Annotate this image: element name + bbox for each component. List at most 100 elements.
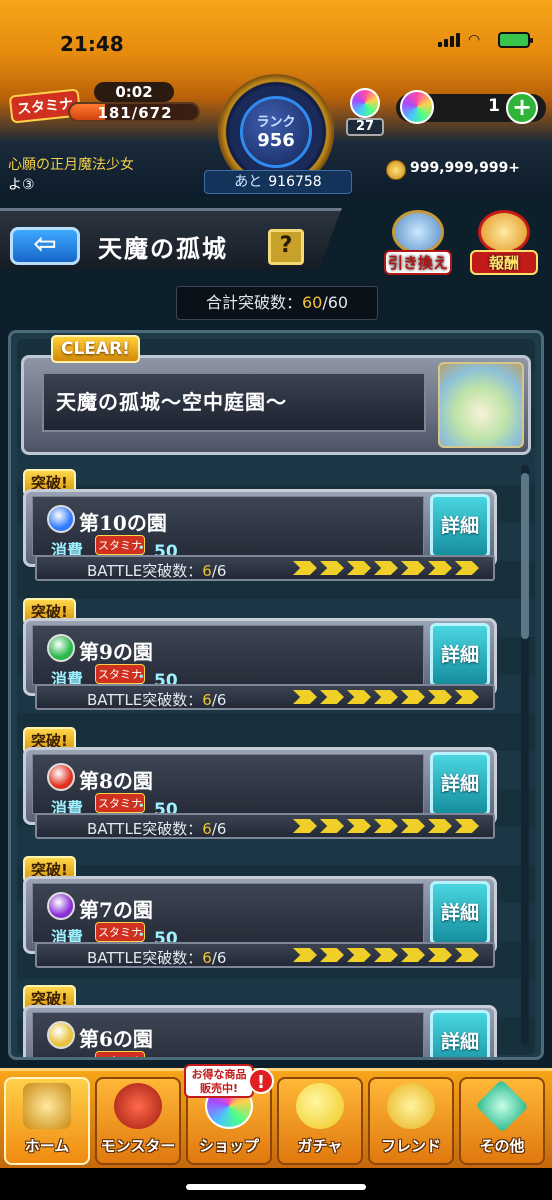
stage-plate: 第8の園 消費 スタミナ ：50 [32,754,424,820]
castle-icon [392,210,444,254]
battle-progress-text: BATTLE突破数：6/6 [87,560,226,581]
battle-progress: BATTLE突破数：6/6 [35,813,495,839]
orb-icon [400,90,434,124]
rank-next-exp: あと 916758 [204,170,352,194]
battle-total: /6 [211,562,227,580]
battle-progress: BATTLE突破数：6/6 [35,942,495,968]
stage-name: 第6の園 [79,1027,153,1051]
progress-chevron-icon [293,561,317,575]
detail-button[interactable]: 詳細 [430,752,490,816]
shop-alert-icon: ! [248,1068,274,1094]
stage-item[interactable]: 突破! 第7の園 消費 スタミナ ：50 詳細 BATTLE突破数：6/6 [23,856,497,974]
orb-count: 1 [488,96,500,116]
stage-plate: 第10の園 消費 スタミナ ：50 [32,496,424,562]
stage-item[interactable]: 突破! 第9の園 消費 スタミナ ：50 詳細 BATTLE突破数：6/6 [23,598,497,716]
detail-button[interactable]: 詳細 [430,881,490,945]
progress-chevron-icon [347,561,371,575]
scrollbar[interactable] [521,465,529,1045]
total-break-current: 60 [301,293,323,312]
progress-chevron-icon [374,690,398,704]
rank-label: ランク [256,115,296,130]
status-icons: ◠ [438,32,533,48]
home-icon [23,1083,71,1129]
nav-home[interactable]: ホーム [4,1077,90,1165]
back-arrow-icon: ⇦ [33,227,57,260]
exchange-button[interactable]: 引き換え [384,210,452,276]
quest-panel: 天魔の孤城～空中庭園～ CLEAR! 突破! 第10の園 消費 スタミナ ：50 詳細 BA… [8,330,544,1060]
battle-chevrons [293,690,479,704]
coin-value: 999,999,999+ [410,160,521,176]
progress-chevron-icon [428,690,452,704]
battle-progress: BATTLE突破数：6/6 [35,684,495,710]
gacha-egg-icon [296,1083,344,1129]
stage-plate: 第7の園 消費 スタミナ ：50 [32,883,424,949]
help-button[interactable]: ? [268,229,304,265]
stage-item[interactable]: 突破! 第8の園 消費 スタミナ ：50 詳細 BATTLE突破数：6/6 [23,727,497,845]
progress-chevron-icon [320,948,344,962]
scroll-thumb[interactable] [521,473,529,639]
battle-current: 6 [202,691,212,709]
quest-list[interactable]: 天魔の孤城～空中庭園～ CLEAR! 突破! 第10の園 消費 スタミナ ：50 詳細 BA… [17,335,535,1057]
back-button[interactable]: ⇦ [10,227,80,265]
stamina-gauge[interactable]: スタミナ 0:02 181/672 [8,82,200,124]
detail-button[interactable]: 詳細 [430,494,490,558]
progress-chevron-icon [401,819,425,833]
progress-chevron-icon [347,948,371,962]
stage-name: 第7の園 [79,898,153,922]
nav-monster[interactable]: モンスター [95,1077,181,1165]
progress-chevron-icon [401,690,425,704]
battle-chevrons [293,561,479,575]
battle-label: BATTLE突破数： [87,949,203,967]
orb-stack-count: 27 [346,118,384,136]
nav-monster-label: モンスター [100,1137,176,1155]
nav-friend-label: フレンド [380,1137,441,1155]
battery-icon [498,32,533,48]
battle-chevrons [293,948,479,962]
other-icon [475,1079,529,1133]
bottom-nav: ホーム モンスター ショップ ガチャ フレンド その他 [0,1068,552,1168]
nav-other-label: その他 [479,1137,525,1155]
rank-next-label: あと [234,174,263,190]
stage-item[interactable]: 突破!第6の園消費スタミナ：50詳細 [23,985,497,1057]
rank-value: 956 [257,130,295,151]
main-quest-card[interactable]: 天魔の孤城～空中庭園～ [21,355,531,455]
progress-chevron-icon [293,948,317,962]
event-title[interactable]: 心願の正月魔法少女 [8,154,134,174]
add-orb-button[interactable]: + [506,92,538,124]
nav-gacha[interactable]: ガチャ [277,1077,363,1165]
stamina-value: 181/672 [97,104,173,122]
orb-stack-icon [350,88,380,118]
progress-chevron-icon [347,690,371,704]
garden-thumbnail [438,362,524,448]
progress-chevron-icon [347,819,371,833]
orb-stack-button[interactable]: 27 [344,88,386,136]
battle-total: /6 [211,949,227,967]
detail-button[interactable]: 詳細 [430,1010,490,1057]
reward-label: 報酬 [470,250,538,275]
stage-item[interactable]: 突破! 第10の園 消費 スタミナ ：50 詳細 BATTLE突破数：6/6 [23,469,497,587]
nav-other[interactable]: その他 [459,1077,545,1165]
stage-card[interactable]: 第6の園消費スタミナ：50詳細 [23,1005,497,1057]
rank-next-value: 916758 [268,174,322,190]
signal-icon [438,33,460,47]
battle-label: BATTLE突破数： [87,820,203,838]
battle-label: BATTLE突破数： [87,691,203,709]
nav-friend[interactable]: フレンド [368,1077,454,1165]
page-title: 天魔の孤城 [98,234,228,263]
detail-button[interactable]: 詳細 [430,623,490,687]
reward-icon [478,210,530,254]
battle-total: /6 [211,691,227,709]
clear-badge: CLEAR! [51,335,140,363]
element-icon [47,763,75,791]
battle-current: 6 [202,820,212,838]
progress-chevron-icon [374,561,398,575]
home-indicator[interactable] [186,1184,366,1190]
clock: 21:48 [60,32,124,56]
total-break-count: 合計突破数：60/60 [176,286,378,320]
friend-icon [387,1083,435,1129]
monster-icon [114,1083,162,1129]
element-icon [47,505,75,533]
reward-button[interactable]: 報酬 [470,210,538,276]
rank-inner: ランク 956 [240,96,312,168]
stage-plate: 第6の園消費スタミナ：50 [32,1012,424,1057]
